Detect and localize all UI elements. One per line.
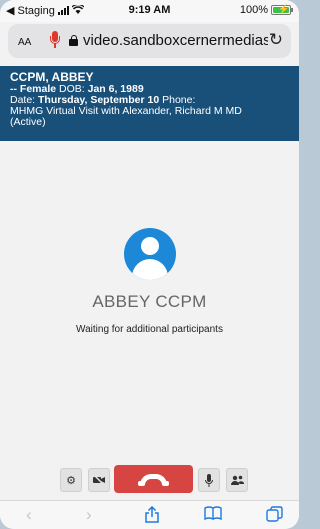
gear-icon: ⚙ <box>66 474 76 487</box>
share-icon[interactable] <box>145 505 159 527</box>
settings-button[interactable]: ⚙ <box>60 468 82 492</box>
end-call-button[interactable] <box>114 465 193 493</box>
back-icon[interactable]: ‹ <box>26 506 32 524</box>
microphone-recording-icon[interactable] <box>50 31 60 49</box>
text-size-label: AA <box>18 37 32 48</box>
participant-name: ABBEY CCPM <box>92 292 207 311</box>
call-status-text: Waiting for additional participants <box>76 324 223 335</box>
participants-button[interactable] <box>226 468 248 492</box>
camera-toggle-button[interactable] <box>88 468 110 492</box>
battery-icon: ⚡ <box>271 4 293 15</box>
mute-button[interactable] <box>198 468 220 492</box>
visit-status: (Active) <box>10 116 46 128</box>
bookmarks-icon[interactable] <box>204 506 222 524</box>
address-bar[interactable]: AA video.sandboxcernermedias ↻ <box>8 24 291 58</box>
forward-icon[interactable]: › <box>86 506 92 524</box>
phone-hangup-icon <box>138 474 169 486</box>
microphone-icon <box>205 473 213 487</box>
url-text[interactable]: video.sandboxcernermedias <box>83 32 268 50</box>
patient-banner: CCPM, ABBEY -- Female DOB: Jan 6, 1989 D… <box>0 66 299 141</box>
tabs-icon[interactable] <box>266 506 283 526</box>
patient-name: CCPM, ABBEY <box>10 70 94 84</box>
lock-icon <box>69 35 78 46</box>
reload-icon[interactable]: ↻ <box>269 30 283 50</box>
participants-icon <box>230 475 244 485</box>
battery-percent: 100% <box>239 4 268 16</box>
text-size-button[interactable]: AA <box>18 33 31 48</box>
charging-icon: ⚡ <box>278 4 290 14</box>
status-bar: ◀ Staging 9:19 AM 100% ⚡ <box>0 0 299 22</box>
camera-off-icon <box>92 475 105 485</box>
phone-screen: ◀ Staging 9:19 AM 100% ⚡ AA video.sandbo… <box>0 0 299 529</box>
status-right: 100% ⚡ <box>239 4 293 16</box>
browser-toolbar: ‹ › <box>0 500 299 529</box>
participant-avatar-icon <box>124 228 176 280</box>
visit-description: MHMG Virtual Visit with Alexander, Richa… <box>10 105 242 117</box>
